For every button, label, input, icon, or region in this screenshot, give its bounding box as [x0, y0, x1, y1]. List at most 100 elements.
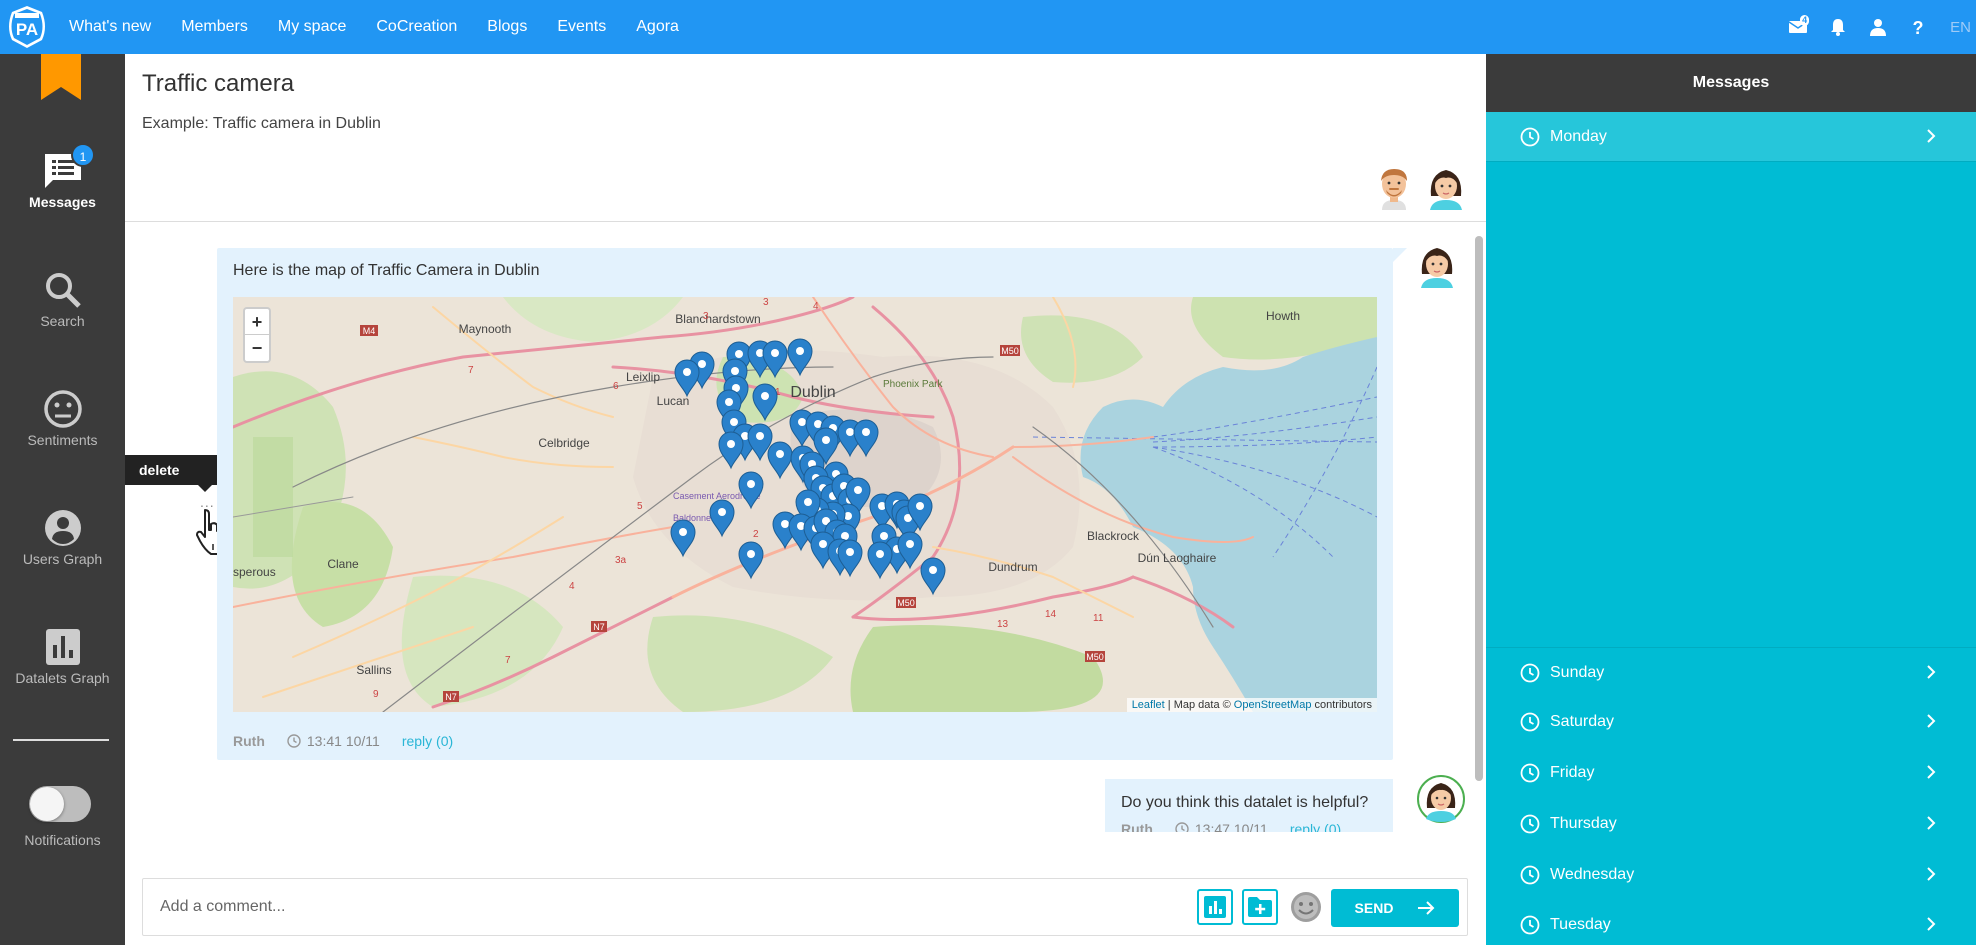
nav-members[interactable]: Members	[181, 18, 248, 36]
svg-text:PA: PA	[16, 20, 38, 39]
help-button[interactable]: ?	[1898, 0, 1938, 54]
day-label: Wednesday	[1550, 866, 1635, 883]
clock-icon	[1520, 663, 1540, 682]
clock-icon	[1520, 127, 1540, 146]
bar-chart-icon	[45, 629, 80, 665]
message-meta: Ruth 13:47 10/11 reply (0)	[1121, 821, 1341, 832]
send-button[interactable]: SEND	[1331, 889, 1459, 927]
emoji-icon[interactable]	[1289, 890, 1323, 924]
road-number-5: 5	[637, 501, 643, 512]
chevron-right-icon	[1927, 129, 1936, 143]
route-pa-logo[interactable]: PA	[4, 4, 50, 50]
main-nav: What's new Members My space CoCreation B…	[60, 0, 700, 54]
message-author[interactable]: Ruth	[1121, 821, 1153, 832]
message-author[interactable]: Ruth	[233, 733, 265, 749]
road-number-14: 14	[1045, 609, 1057, 620]
reply-link[interactable]: reply (0)	[402, 733, 453, 749]
sidebar-divider	[13, 739, 109, 741]
road-number-6: 6	[613, 381, 619, 392]
nav-cocreation[interactable]: CoCreation	[376, 18, 457, 36]
female-avatar[interactable]	[1426, 166, 1466, 210]
top-navigation-bar: PA What's new Members My space CoCreatio…	[0, 0, 1976, 54]
comment-input[interactable]	[144, 880, 1164, 934]
map-datalet[interactable]: Dublin Blanchardstown Maynooth Leixlip L…	[233, 297, 1377, 712]
openstreetmap-link[interactable]: OpenStreetMap	[1234, 699, 1312, 711]
map-canvas[interactable]: Dublin Blanchardstown Maynooth Leixlip L…	[233, 297, 1377, 712]
sidebar-item-messages[interactable]: 1 Messages	[0, 143, 125, 210]
attach-file-button[interactable]	[1242, 889, 1278, 925]
message-meta: Ruth 13:41 10/11 reply (0)	[233, 733, 453, 749]
sidebar-item-datalets-graph[interactable]: Datalets Graph	[0, 628, 125, 686]
delete-button[interactable]: delete	[139, 462, 179, 478]
add-datalet-button[interactable]	[1197, 889, 1233, 925]
day-label: Tuesday	[1550, 916, 1611, 933]
bookmark-icon[interactable]	[41, 54, 81, 100]
sidebar-item-sentiments[interactable]: Sentiments	[0, 390, 125, 448]
message-author-avatar[interactable]	[1417, 775, 1465, 823]
question-icon: ?	[1913, 18, 1924, 36]
day-label: Saturday	[1550, 713, 1615, 730]
day-label: Thursday	[1550, 815, 1617, 832]
label-lucan: Lucan	[657, 394, 690, 408]
leaflet-link[interactable]: Leaflet	[1132, 699, 1165, 711]
sidebar-item-label: Users Graph	[22, 551, 103, 567]
chevron-right-icon	[1927, 714, 1936, 728]
male-avatar[interactable]	[1374, 166, 1414, 210]
participants	[1362, 166, 1466, 210]
chevron-right-icon	[1927, 917, 1936, 931]
chevron-right-icon	[1927, 765, 1936, 779]
messages-scrollbar[interactable]	[1475, 236, 1483, 781]
message-author-avatar[interactable]	[1417, 244, 1457, 288]
left-sidebar: 1 Messages Search Sentiments Users Graph…	[0, 54, 125, 945]
map-zoom-control: + −	[243, 307, 271, 363]
day-item-friday[interactable]: Friday	[1486, 748, 1976, 798]
message-time: 13:47 10/11	[1194, 821, 1268, 832]
road-number-3a: 3a	[615, 555, 627, 566]
zoom-in-button[interactable]: +	[245, 309, 269, 335]
day-item-saturday[interactable]: Saturday	[1486, 697, 1976, 747]
top-icons: 4 ? EN	[1778, 0, 1976, 54]
profile-button[interactable]	[1858, 0, 1898, 54]
clock-icon	[1520, 763, 1540, 783]
clock-icon	[1520, 814, 1540, 834]
day-item-monday[interactable]: Monday	[1486, 112, 1976, 162]
messages-panel: Messages Monday Sunday Saturday Friday T…	[1486, 54, 1976, 945]
mail-button[interactable]: 4	[1778, 0, 1818, 54]
day-item-thursday[interactable]: Thursday	[1486, 799, 1976, 849]
message-text: Here is the map of Traffic Camera in Dub…	[233, 262, 540, 279]
clock-icon	[1520, 865, 1540, 885]
sidebar-item-users-graph[interactable]: Users Graph	[0, 509, 125, 567]
sidebar-item-label: Sentiments	[27, 432, 98, 448]
map-attribution: Leaflet | Map data © OpenStreetMap contr…	[1126, 698, 1377, 712]
reply-link[interactable]: reply (0)	[1290, 821, 1341, 832]
day-item-tuesday[interactable]: Tuesday	[1486, 900, 1976, 950]
clock-icon	[1520, 712, 1540, 732]
shield-m50-east: M50	[1086, 652, 1104, 662]
attribution-mid: | Map data ©	[1167, 699, 1231, 711]
message-time: 13:41 10/11	[306, 733, 380, 749]
sidebar-item-search[interactable]: Search	[0, 271, 125, 329]
clock-icon	[1175, 822, 1189, 832]
user-icon	[1870, 19, 1887, 36]
nav-whats-new[interactable]: What's new	[69, 18, 151, 36]
language-selector[interactable]: EN	[1950, 19, 1971, 36]
neutral-face-icon	[43, 390, 82, 428]
search-icon	[45, 273, 81, 308]
label-sperous: sperous	[233, 565, 276, 579]
label-sallins: Sallins	[356, 663, 391, 677]
notifications-button[interactable]	[1818, 0, 1858, 54]
chevron-right-icon	[1927, 665, 1936, 679]
notifications-toggle[interactable]	[29, 786, 91, 822]
sidebar-item-label: Datalets Graph	[15, 670, 110, 686]
nav-my-space[interactable]: My space	[278, 18, 346, 36]
nav-events[interactable]: Events	[557, 18, 606, 36]
arrow-right-icon	[1418, 901, 1435, 915]
nav-agora[interactable]: Agora	[636, 18, 679, 36]
nav-blogs[interactable]: Blogs	[487, 18, 527, 36]
road-number-7-b: 7	[505, 655, 511, 666]
road-number-4-b: 4	[569, 581, 575, 592]
day-item-wednesday[interactable]: Wednesday	[1486, 850, 1976, 900]
mail-count-badge: 4	[1800, 15, 1810, 26]
day-item-sunday[interactable]: Sunday	[1486, 647, 1976, 697]
zoom-out-button[interactable]: −	[245, 335, 269, 361]
